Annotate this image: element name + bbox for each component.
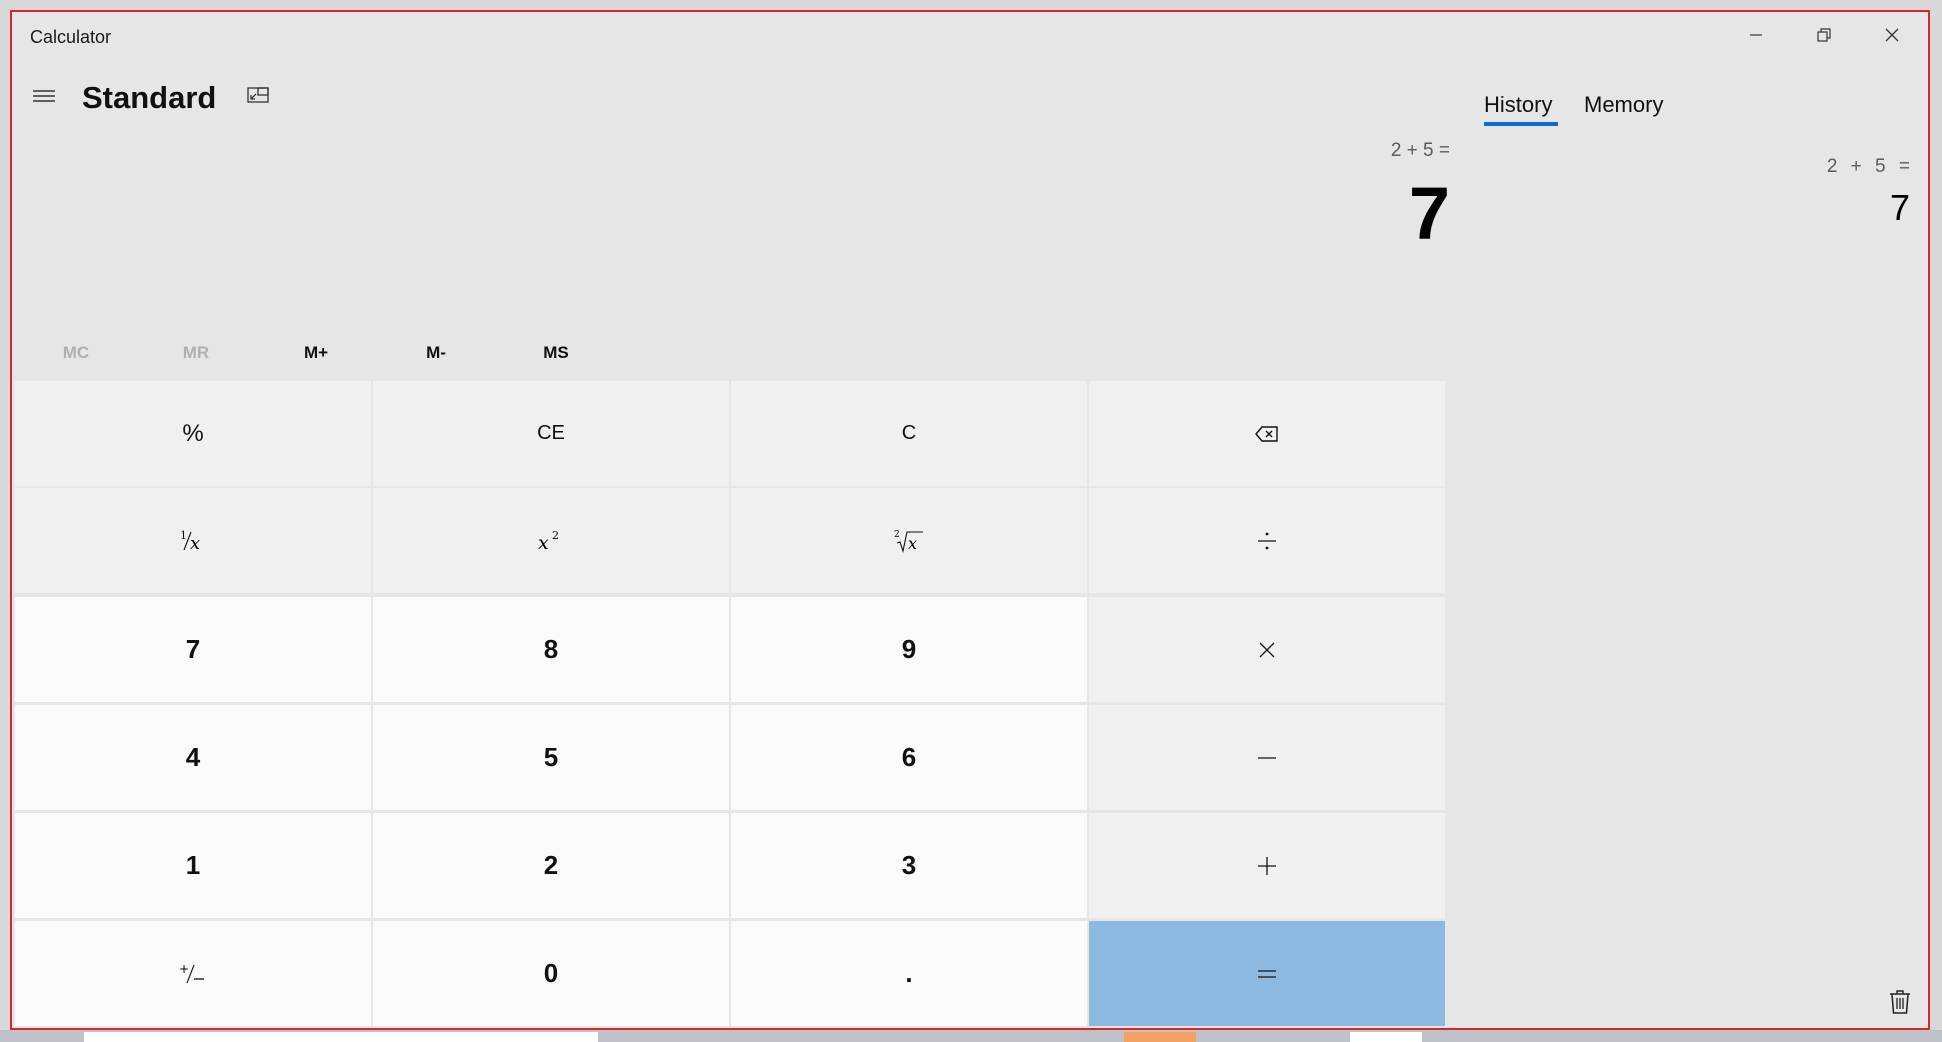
equals-button[interactable] [1089, 921, 1445, 1026]
trash-icon [1890, 990, 1910, 1014]
plus-icon [1258, 856, 1276, 875]
svg-text:1: 1 [180, 529, 187, 542]
svg-text:x: x [538, 532, 549, 554]
keypad: % CE C 1 x x 2 2 x 7 8 9 4 5 6 1 2 3 + 0… [15, 381, 1445, 1029]
clear-entry-button[interactable]: CE [373, 381, 729, 486]
subtract-button[interactable] [1089, 705, 1445, 810]
square-icon: x 2 [538, 529, 559, 554]
digit-2-button[interactable]: 2 [373, 813, 729, 918]
reciprocal-button[interactable]: 1 x [15, 488, 371, 593]
minimize-button[interactable] [1722, 12, 1790, 58]
svg-text:x: x [908, 534, 917, 553]
close-button[interactable] [1858, 12, 1926, 58]
memory-recall-button[interactable]: MR [138, 326, 254, 380]
backspace-icon [1255, 425, 1278, 442]
backspace-button[interactable] [1089, 381, 1445, 486]
digit-8-button[interactable]: 8 [373, 597, 729, 702]
history-memory-panel: History Memory 2 + 5 = 7 [1446, 60, 1928, 1028]
svg-text:x: x [190, 533, 200, 554]
restore-button[interactable] [1790, 12, 1858, 58]
taskbar-search-box[interactable] [84, 1032, 598, 1042]
taskbar-app-button[interactable] [1350, 1032, 1422, 1042]
history-expression: 2 + 5 = [1826, 156, 1910, 177]
clear-history-button[interactable] [1884, 986, 1916, 1018]
keep-on-top-icon [247, 87, 269, 103]
memory-clear-button[interactable]: MC [18, 326, 134, 380]
active-tab-indicator [1484, 122, 1558, 126]
minimize-icon [1750, 34, 1762, 36]
plus-minus-icon: + [179, 962, 204, 983]
digit-9-button[interactable]: 9 [731, 597, 1087, 702]
minus-icon [1258, 756, 1276, 759]
square-root-button[interactable]: 2 x [731, 488, 1087, 593]
memory-row: MC MR M+ M- MS [18, 326, 618, 380]
taskbar-app-highlight[interactable] [1124, 1032, 1196, 1042]
svg-text:2: 2 [552, 529, 559, 542]
keep-on-top-button[interactable] [238, 76, 278, 116]
digit-0-button[interactable]: 0 [373, 921, 729, 1026]
square-root-icon: 2 x [894, 530, 923, 553]
divide-icon [1258, 532, 1276, 549]
digit-4-button[interactable]: 4 [15, 705, 371, 810]
digit-1-button[interactable]: 1 [15, 813, 371, 918]
restore-icon [1817, 28, 1831, 42]
svg-text:+: + [179, 962, 189, 976]
multiply-button[interactable] [1089, 597, 1445, 702]
svg-text:2: 2 [894, 530, 900, 540]
multiply-icon [1259, 642, 1275, 657]
add-button[interactable] [1089, 813, 1445, 918]
equals-icon [1258, 969, 1276, 978]
title-bar: Calculator [12, 12, 1928, 60]
square-button[interactable]: x 2 [373, 488, 729, 593]
digit-7-button[interactable]: 7 [15, 597, 371, 702]
memory-add-button[interactable]: M+ [258, 326, 374, 380]
result-display: 7 [1408, 172, 1450, 255]
divide-button[interactable] [1089, 488, 1445, 593]
history-result: 7 [1889, 187, 1910, 228]
decimal-button[interactable]: . [731, 921, 1087, 1026]
hamburger-icon [33, 90, 55, 102]
close-icon [1885, 28, 1899, 42]
navigation-menu-button[interactable] [24, 76, 64, 116]
negate-button[interactable]: + [15, 921, 371, 1026]
calculator-mode-title: Standard [82, 80, 217, 115]
digit-3-button[interactable]: 3 [731, 813, 1087, 918]
digit-6-button[interactable]: 6 [731, 705, 1087, 810]
calculator-window: Calculator Standard 2 + 5 = 7 MC MR M+ M… [10, 10, 1930, 1030]
percent-button[interactable]: % [15, 381, 371, 486]
memory-store-button[interactable]: MS [498, 326, 614, 380]
tab-history[interactable]: History [1484, 92, 1552, 118]
window-title: Calculator [30, 27, 112, 47]
expression-display: 2 + 5 = [1390, 140, 1450, 161]
reciprocal-icon: 1 x [180, 529, 200, 554]
clear-button[interactable]: C [731, 381, 1087, 486]
digit-5-button[interactable]: 5 [373, 705, 729, 810]
memory-subtract-button[interactable]: M- [378, 326, 494, 380]
tab-memory[interactable]: Memory [1584, 92, 1663, 118]
